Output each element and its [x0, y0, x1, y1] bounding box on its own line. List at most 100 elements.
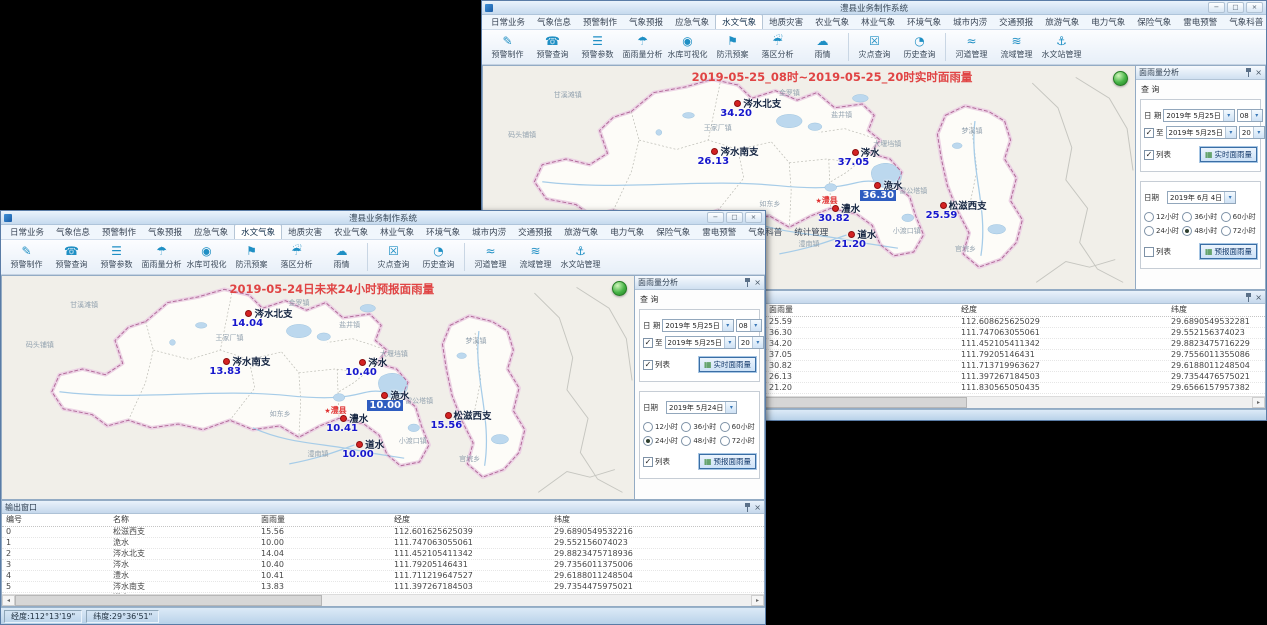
menu-tab[interactable]: 地质灾害	[763, 15, 809, 29]
menu-tab[interactable]: 电力气象	[604, 225, 650, 239]
panel-close-icon[interactable]: ×	[1255, 68, 1262, 77]
menu-tab[interactable]: 气象预报	[623, 15, 669, 29]
pin-icon[interactable]	[744, 503, 751, 512]
tool-rain-zone[interactable]: ☔落区分析	[755, 34, 800, 60]
realtime-rain-button[interactable]: ▦实时面雨量	[1200, 147, 1257, 162]
table-row[interactable]: 0松滋西支15.56112.60162562503929.68905495322…	[2, 527, 764, 538]
tool-area-rain-analysis[interactable]: ☂面雨量分析	[620, 34, 665, 60]
menu-tab[interactable]: 环境气象	[901, 15, 947, 29]
table-row[interactable]: 3涔水10.40111.7920514643129.7356011375006	[2, 560, 764, 571]
tool-warning-make[interactable]: ✎预警制作	[4, 244, 49, 270]
tool-reservoir-visual[interactable]: ◉水库可视化	[665, 34, 710, 60]
menu-tab[interactable]: 预警制作	[577, 15, 623, 29]
tool-rain-zone[interactable]: ☔落区分析	[274, 244, 319, 270]
to-date-combo[interactable]: 2019年 5月25日▾	[1166, 126, 1237, 139]
duration-radio-12h[interactable]	[1144, 212, 1154, 222]
menu-tab[interactable]: 旅游气象	[1039, 15, 1085, 29]
from-hour-combo[interactable]: 08▾	[736, 319, 762, 332]
to-checkbox[interactable]: ✓	[643, 338, 653, 348]
menu-tab[interactable]: 气象信息	[50, 225, 96, 239]
to-checkbox[interactable]: ✓	[1144, 128, 1154, 138]
menu-tab[interactable]: 气象信息	[531, 15, 577, 29]
pin-icon[interactable]	[1245, 68, 1252, 77]
maximize-button[interactable]: □	[1227, 2, 1244, 13]
tool-basin-manage[interactable]: ≋流域管理	[994, 34, 1039, 60]
from-date-combo[interactable]: 2019年 5月25日▾	[662, 319, 733, 332]
menu-tab-hydrology[interactable]: 水文气象	[234, 224, 282, 239]
forecast-rain-button[interactable]: ▦预报面雨量	[699, 454, 756, 469]
duration-radio-72h[interactable]	[720, 436, 730, 446]
tool-rain-info[interactable]: ☁雨情	[800, 34, 845, 60]
panel-close-icon[interactable]: ×	[754, 278, 761, 287]
map-locate-button[interactable]	[1113, 71, 1128, 86]
duration-radio-60h[interactable]	[720, 422, 730, 432]
tool-hydrostation-manage[interactable]: ⚓水文站管理	[558, 244, 603, 270]
menu-tab[interactable]: 保险气象	[1131, 15, 1177, 29]
menu-tab[interactable]: 林业气象	[374, 225, 420, 239]
horizontal-scrollbar[interactable]: ◂ ▸	[2, 594, 764, 606]
forecast-rain-button[interactable]: ▦预报面雨量	[1200, 244, 1257, 259]
menu-tab[interactable]: 统计管理	[788, 225, 834, 239]
menu-tab[interactable]: 气象预报	[142, 225, 188, 239]
to-date-combo[interactable]: 2019年 5月25日▾	[665, 336, 736, 349]
table-row[interactable]: 1洈水10.00111.74706305506129.552156074023	[2, 538, 764, 549]
menu-tab[interactable]: 环境气象	[420, 225, 466, 239]
menu-tab[interactable]: 保险气象	[650, 225, 696, 239]
menu-tab[interactable]: 气象科普	[742, 225, 788, 239]
menu-tab[interactable]: 城市内涝	[466, 225, 512, 239]
menu-tab[interactable]: 预警制作	[96, 225, 142, 239]
menu-tab[interactable]: 农业气象	[809, 15, 855, 29]
menu-tab[interactable]: 地质灾害	[282, 225, 328, 239]
menu-tab[interactable]: 应急气象	[669, 15, 715, 29]
titlebar[interactable]: 澧县业务制作系统 − □ ×	[482, 1, 1266, 15]
tool-reservoir-visual[interactable]: ◉水库可视化	[184, 244, 229, 270]
duration-radio-24h[interactable]	[1144, 226, 1154, 236]
table-row[interactable]: 4澧水10.41111.71121964752729.6188011248504	[2, 571, 764, 582]
scrollbar-thumb[interactable]	[15, 595, 322, 606]
table-row[interactable]: 5涔水南支13.83111.39726718450329.73544759750…	[2, 582, 764, 593]
menu-tab[interactable]: 气象科普	[1223, 15, 1267, 29]
menu-tab[interactable]: 雷电预警	[696, 225, 742, 239]
tool-river-manage[interactable]: ≈河道管理	[949, 34, 994, 60]
duration-radio-12h[interactable]	[643, 422, 653, 432]
menu-tab[interactable]: 林业气象	[855, 15, 901, 29]
tool-warning-params[interactable]: ☰预警参数	[575, 34, 620, 60]
menu-tab[interactable]: 日常业务	[485, 15, 531, 29]
list-checkbox[interactable]: ✓	[643, 457, 653, 467]
duration-radio-36h[interactable]	[1182, 212, 1192, 222]
menu-tab[interactable]: 电力气象	[1085, 15, 1131, 29]
from-hour-combo[interactable]: 08▾	[1237, 109, 1263, 122]
menu-tab[interactable]: 交通预报	[512, 225, 558, 239]
duration-radio-24h[interactable]	[643, 436, 653, 446]
map-canvas[interactable]: 2019-05-24日未来24小时预报面雨量 甘溪滩镇 码头铺镇 王家厂镇 金罗…	[1, 275, 634, 500]
menu-tab[interactable]: 交通预报	[993, 15, 1039, 29]
list-checkbox[interactable]	[1144, 247, 1154, 257]
menu-tab[interactable]: 日常业务	[4, 225, 50, 239]
map-locate-button[interactable]	[612, 281, 627, 296]
table-row[interactable]: 2涔水北支14.04111.45210541134229.88234757189…	[2, 549, 764, 560]
forecast-date-combo[interactable]: 2019年 5月24日▾	[666, 401, 737, 414]
to-hour-combo[interactable]: 20▾	[738, 336, 764, 349]
close-button[interactable]: ×	[1246, 2, 1263, 13]
titlebar[interactable]: 澧县业务制作系统 − □ ×	[1, 211, 765, 225]
menu-tab[interactable]: 雷电预警	[1177, 15, 1223, 29]
tool-disaster-query[interactable]: ☒灾点查询	[852, 34, 897, 60]
to-hour-combo[interactable]: 20▾	[1239, 126, 1265, 139]
scroll-right-icon[interactable]: ▸	[751, 595, 764, 606]
menu-tab[interactable]: 旅游气象	[558, 225, 604, 239]
duration-radio-36h[interactable]	[681, 422, 691, 432]
list-checkbox[interactable]: ✓	[1144, 150, 1154, 160]
tool-warning-make[interactable]: ✎预警制作	[485, 34, 530, 60]
tool-flood-plan[interactable]: ⚑防汛预案	[229, 244, 274, 270]
minimize-button[interactable]: −	[707, 212, 724, 223]
tool-flood-plan[interactable]: ⚑防汛预案	[710, 34, 755, 60]
tool-hydrostation-manage[interactable]: ⚓水文站管理	[1039, 34, 1084, 60]
tool-history-query[interactable]: ◔历史查询	[897, 34, 942, 60]
tool-history-query[interactable]: ◔历史查询	[416, 244, 461, 270]
duration-radio-60h[interactable]	[1221, 212, 1231, 222]
tool-disaster-query[interactable]: ☒灾点查询	[371, 244, 416, 270]
pin-icon[interactable]	[744, 278, 751, 287]
minimize-button[interactable]: −	[1208, 2, 1225, 13]
pin-icon[interactable]	[1245, 293, 1252, 302]
menu-tab[interactable]: 城市内涝	[947, 15, 993, 29]
